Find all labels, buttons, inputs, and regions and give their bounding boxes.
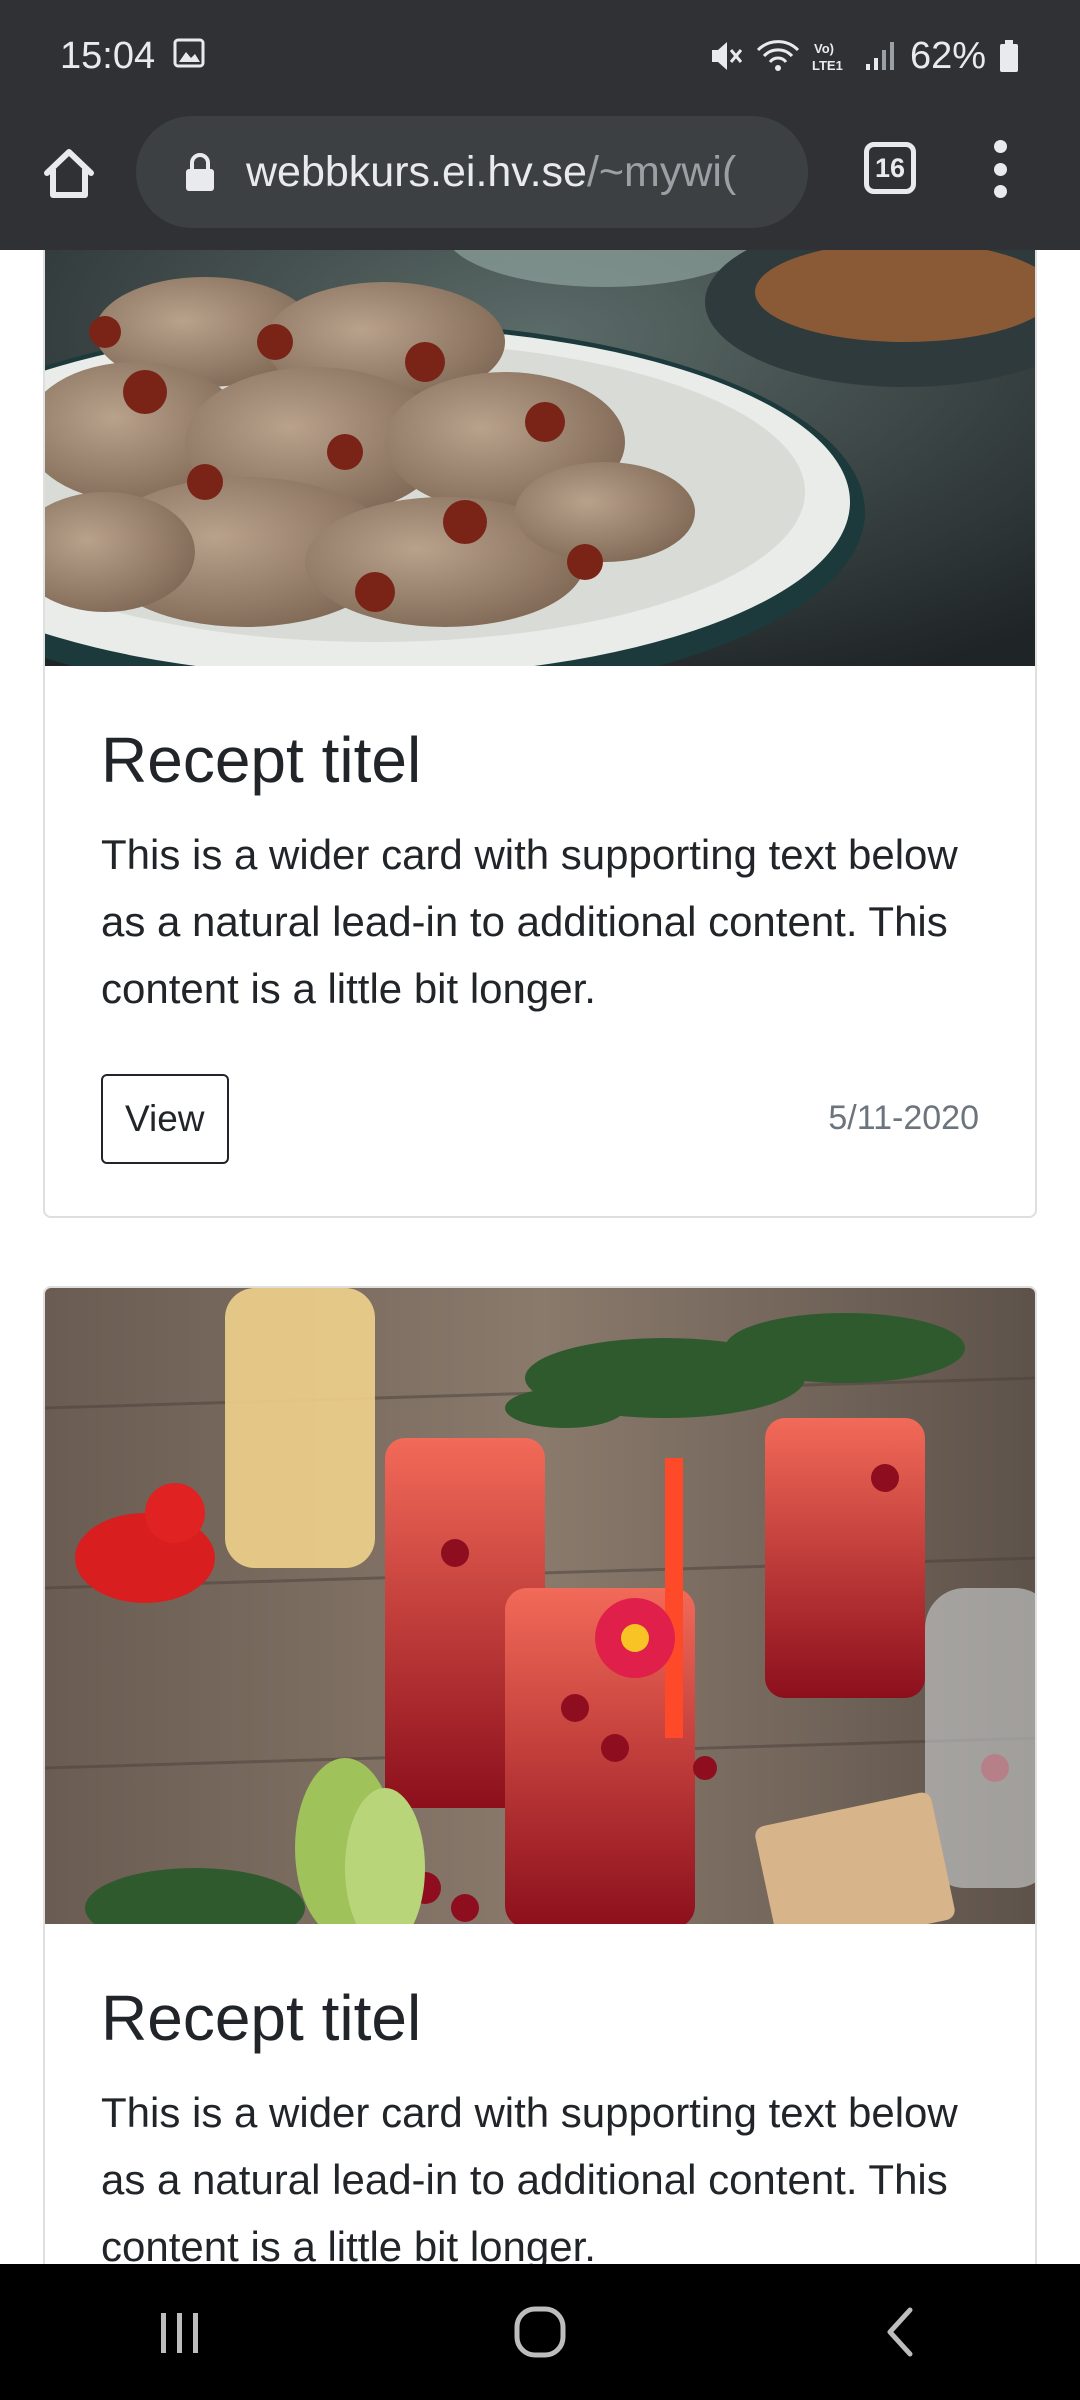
browser-toolbar: webbkurs.ei.hv.se/~mywi( 16 — [0, 112, 1080, 250]
home-icon[interactable] — [36, 140, 102, 206]
view-button[interactable]: View — [101, 1073, 229, 1164]
svg-text:LTE1: LTE1 — [812, 58, 843, 73]
system-nav-bar — [0, 2264, 1080, 2400]
signal-icon — [864, 40, 898, 72]
status-left: 15:04 — [60, 35, 205, 78]
card-footer: View 5/11-2020 — [101, 1073, 979, 1164]
status-time: 15:04 — [60, 34, 156, 77]
wifi-icon — [756, 38, 800, 74]
back-icon[interactable] — [840, 2292, 960, 2372]
lock-icon — [186, 153, 214, 191]
drinks-photo — [45, 1288, 1035, 1924]
tab-switcher-button[interactable]: 16 — [864, 142, 916, 194]
vibrate-mute-icon — [708, 38, 744, 74]
cookies-photo — [45, 250, 1035, 666]
status-bar: 15:04 Vo) LTE1 62% — [0, 0, 1080, 112]
svg-text:Vo): Vo) — [814, 41, 834, 56]
url-path: /~mywi( — [586, 147, 737, 196]
card-body: Recept titel This is a wider card with s… — [45, 666, 1035, 1164]
address-bar[interactable]: webbkurs.ei.hv.se/~mywi( — [136, 116, 808, 228]
recipe-card: Recept titel This is a wider card with s… — [43, 250, 1037, 1218]
url-host: webbkurs.ei.hv.se — [246, 147, 587, 196]
page-content[interactable]: Recept titel This is a wider card with s… — [0, 250, 1080, 2264]
battery-percent: 62% — [909, 34, 986, 77]
url-fade — [748, 116, 808, 228]
gallery-icon — [173, 35, 205, 78]
home-circle-icon[interactable] — [480, 2292, 600, 2372]
status-right: Vo) LTE1 62% — [708, 35, 1020, 78]
recent-apps-icon[interactable] — [120, 2292, 240, 2372]
volte-icon: Vo) LTE1 — [812, 38, 852, 74]
url-text: webbkurs.ei.hv.se/~mywi( — [246, 148, 736, 197]
card-text: This is a wider card with supporting tex… — [101, 830, 958, 1012]
recipe-card: Recept titel This is a wider card with s… — [43, 1286, 1037, 2264]
card-text: This is a wider card with supporting tex… — [101, 2088, 958, 2264]
battery-icon — [998, 38, 1020, 74]
more-menu-icon[interactable] — [982, 136, 1018, 202]
card-date: 5/11-2020 — [828, 1099, 979, 1138]
card-title: Recept titel — [101, 724, 422, 796]
card-title: Recept titel — [101, 1982, 422, 2054]
card-body: Recept titel This is a wider card with s… — [45, 1924, 1035, 2264]
